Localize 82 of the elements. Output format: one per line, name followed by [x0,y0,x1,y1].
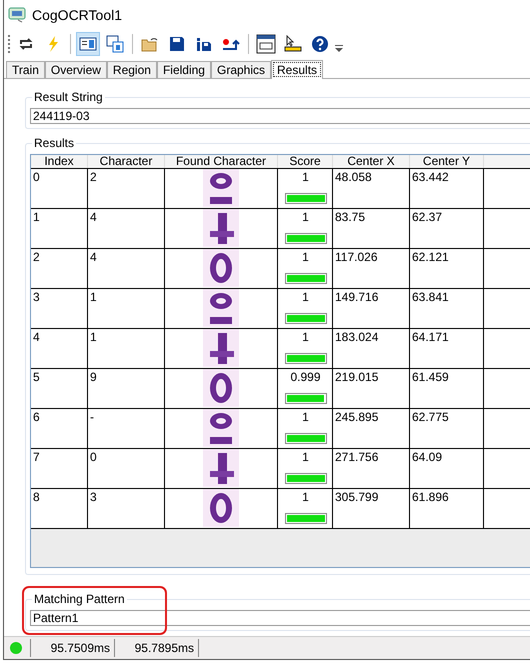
save-icon [169,36,185,52]
tab[interactable]: Overview [44,61,107,78]
window-lock-icon [106,35,124,53]
status-time: 95.7509ms [31,639,115,657]
panels-icon [79,37,97,51]
table-cell: 48.058 [333,168,410,208]
folder-icon [141,36,159,52]
tab[interactable]: Train [6,61,45,78]
table-cell: 0 [31,168,88,208]
column-header[interactable]: Score [278,155,333,168]
score-text: 1 [302,330,309,344]
table-cell: 305.799 [333,488,410,528]
group-label: Results [32,136,76,150]
table-cell: 61.896 [410,488,484,528]
table-cell: 219.015 [333,368,410,408]
table-cell: 2 [88,168,165,208]
table-cell: 63.442 [410,168,484,208]
table-cell: - [88,408,165,448]
score-text: 1 [302,250,309,264]
score-text: 1 [302,490,309,504]
score-text: 1 [302,450,309,464]
table-cell: 83.75 [333,208,410,248]
matching-pattern-field[interactable]: Pattern1 [30,610,530,626]
toolbar-button[interactable] [254,32,278,56]
record-arrow-icon [222,36,240,52]
table-cell: 1 [31,208,88,248]
score-text: 1 [302,410,309,424]
column-header[interactable]: Center Y [410,155,484,168]
table-cell: 61.459 [410,368,484,408]
table-cell: 3 [31,288,88,328]
table-cell: 1 [88,328,165,368]
table-cell: 64.09 [410,448,484,488]
table-cell: 271.756 [333,448,410,488]
score-text: 1 [302,210,309,224]
status-dot-icon [10,642,22,654]
table-cell: 6 [31,408,88,448]
table-cell: 4 [31,328,88,368]
counter-display-icon [256,34,276,54]
cursor-ruler-icon [284,35,302,53]
window-title: CogOCRTool1 [32,7,122,23]
table-cell: 117.026 [333,248,410,288]
column-header[interactable]: Center X [333,155,410,168]
table-cell: 62.121 [410,248,484,288]
table-cell: 149.716 [333,288,410,328]
overflow-icon[interactable] [335,45,343,53]
grip-icon [8,34,11,54]
toolbar-button[interactable] [76,32,100,56]
tab[interactable]: Results [271,60,324,79]
help-icon [311,35,329,53]
table-cell: 245.895 [333,408,410,448]
tab[interactable]: Fielding [156,61,211,78]
save-icon [196,36,212,52]
table-cell: 4 [88,248,165,288]
score-text: 0.999 [290,370,321,384]
score-text: 1 [302,290,309,304]
app-icon [8,7,26,23]
table-cell: 183.024 [333,328,410,368]
score-text: 1 [302,170,309,184]
table-cell: 0 [88,448,165,488]
table-cell: 8 [31,488,88,528]
table-cell: 62.37 [410,208,484,248]
lightning-icon [47,36,59,52]
tab[interactable]: Graphics [210,61,272,78]
status-time: 95.7895ms [115,639,199,657]
table-cell: 63.841 [410,288,484,328]
table-cell: 62.775 [410,408,484,448]
table-cell: 64.171 [410,328,484,368]
column-header[interactable]: Character [88,155,165,168]
tab[interactable]: Region [106,61,157,78]
group-label: Result String [32,90,105,104]
table-cell: 2 [31,248,88,288]
table-cell: 5 [31,368,88,408]
refresh-icon [18,37,34,51]
column-header[interactable]: Index [31,155,88,168]
table-cell: 4 [88,208,165,248]
table-cell: 7 [31,448,88,488]
result-string-field[interactable]: 244119-03 [30,108,530,124]
table-cell: 9 [88,368,165,408]
column-header[interactable]: Found Character [165,155,278,168]
table-cell: 1 [88,288,165,328]
table-cell: 3 [88,488,165,528]
group-label: Matching Pattern [32,592,127,606]
